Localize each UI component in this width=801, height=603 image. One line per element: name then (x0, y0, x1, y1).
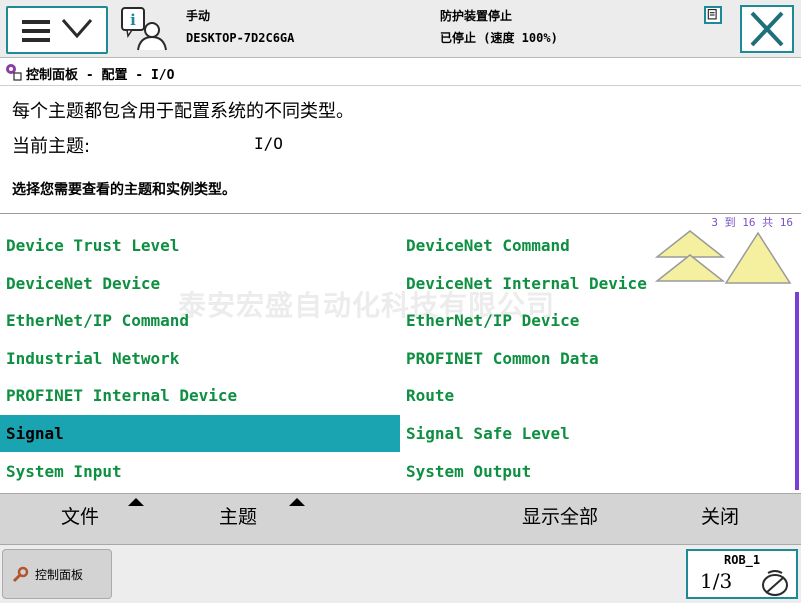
list-item[interactable]: System Input (0, 453, 400, 490)
main-menu-button[interactable] (6, 6, 108, 54)
instruction-text: 选择您需要查看的主题和实例类型。 (12, 182, 236, 198)
current-topic-label: 当前主题: (12, 136, 91, 157)
list-item[interactable]: PROFINET Internal Device (0, 377, 400, 414)
quickset-button[interactable]: ROB_1 1/3 (686, 549, 798, 599)
list-item[interactable]: Industrial Network (0, 340, 400, 377)
list-item[interactable]: DeviceNet Device (0, 265, 400, 302)
list-item[interactable]: Device Trust Level (0, 227, 400, 264)
scroll-page-up-icon[interactable] (724, 229, 792, 287)
run-status: 已停止 (速度 100%) (440, 31, 558, 45)
type-list: 泰安宏盛自动化科技有限公司 3 到 16 共 16 Device Trust L… (0, 213, 801, 493)
close-label: 关闭 (700, 506, 739, 528)
robot-name: ROB_1 (724, 553, 761, 567)
breadcrumb-text: 控制面板 - 配置 - I/O (26, 68, 175, 83)
hamburger-icon (22, 20, 50, 42)
control-panel-icon (6, 64, 22, 81)
event-log-icon[interactable] (704, 6, 722, 24)
menu-up-arrow-icon (128, 498, 144, 506)
bottom-bar: 控制面板 ROB_1 1/3 (0, 545, 801, 603)
wrench-icon (12, 566, 29, 583)
topic-menu-button[interactable]: 主题 (178, 494, 305, 544)
scrollbar[interactable] (795, 292, 799, 490)
list-item[interactable]: PROFINET Common Data (400, 340, 800, 377)
status-mode-panel[interactable]: 手动 DESKTOP-7D2C6GA (186, 5, 294, 49)
coordinate-icon (762, 570, 788, 596)
system-name: DESKTOP-7D2C6GA (186, 31, 295, 45)
list-item[interactable]: Signal Safe Level (400, 415, 800, 452)
list-item[interactable]: EtherNet/IP Device (400, 302, 800, 339)
list-item[interactable]: System Output (400, 453, 800, 490)
list-item[interactable]: Signal (0, 415, 400, 452)
mechanical-unit-count: 1/3 (700, 569, 733, 593)
list-item[interactable]: Route (400, 377, 800, 414)
page-description: 每个主题都包含用于配置系统的不同类型。 (12, 101, 354, 122)
file-menu-label: 文件 (60, 506, 99, 528)
chevron-down-icon (61, 19, 93, 39)
close-button[interactable]: 关闭 (660, 494, 780, 544)
close-window-button[interactable] (740, 5, 794, 53)
command-bar: 文件 主题 显示全部 关闭 (0, 493, 801, 545)
safety-status: 防护装置停止 (440, 9, 513, 23)
status-state-panel[interactable]: 防护装置停止 已停止 (速度 100%) (440, 5, 558, 49)
breadcrumb: 控制面板 - 配置 - I/O (0, 58, 801, 86)
scroll-up-icon[interactable] (655, 229, 725, 287)
file-menu-button[interactable]: 文件 (20, 494, 144, 544)
current-topic-value: I/O (254, 134, 283, 153)
operator-info-icon[interactable]: i (118, 6, 170, 52)
topic-menu-label: 主题 (218, 506, 257, 528)
top-bar: i 手动 DESKTOP-7D2C6GA 防护装置停止 已停止 (速度 100%… (0, 0, 801, 58)
operating-mode: 手动 (186, 9, 211, 23)
list-item[interactable]: EtherNet/IP Command (0, 302, 400, 339)
svg-text:i: i (130, 11, 136, 29)
show-all-button[interactable]: 显示全部 (490, 494, 630, 544)
menu-up-arrow-icon (289, 498, 305, 506)
show-all-label: 显示全部 (521, 506, 598, 528)
control-panel-task-button[interactable]: 控制面板 (2, 549, 112, 599)
task-label: 控制面板 (35, 568, 84, 582)
close-icon (750, 11, 784, 47)
